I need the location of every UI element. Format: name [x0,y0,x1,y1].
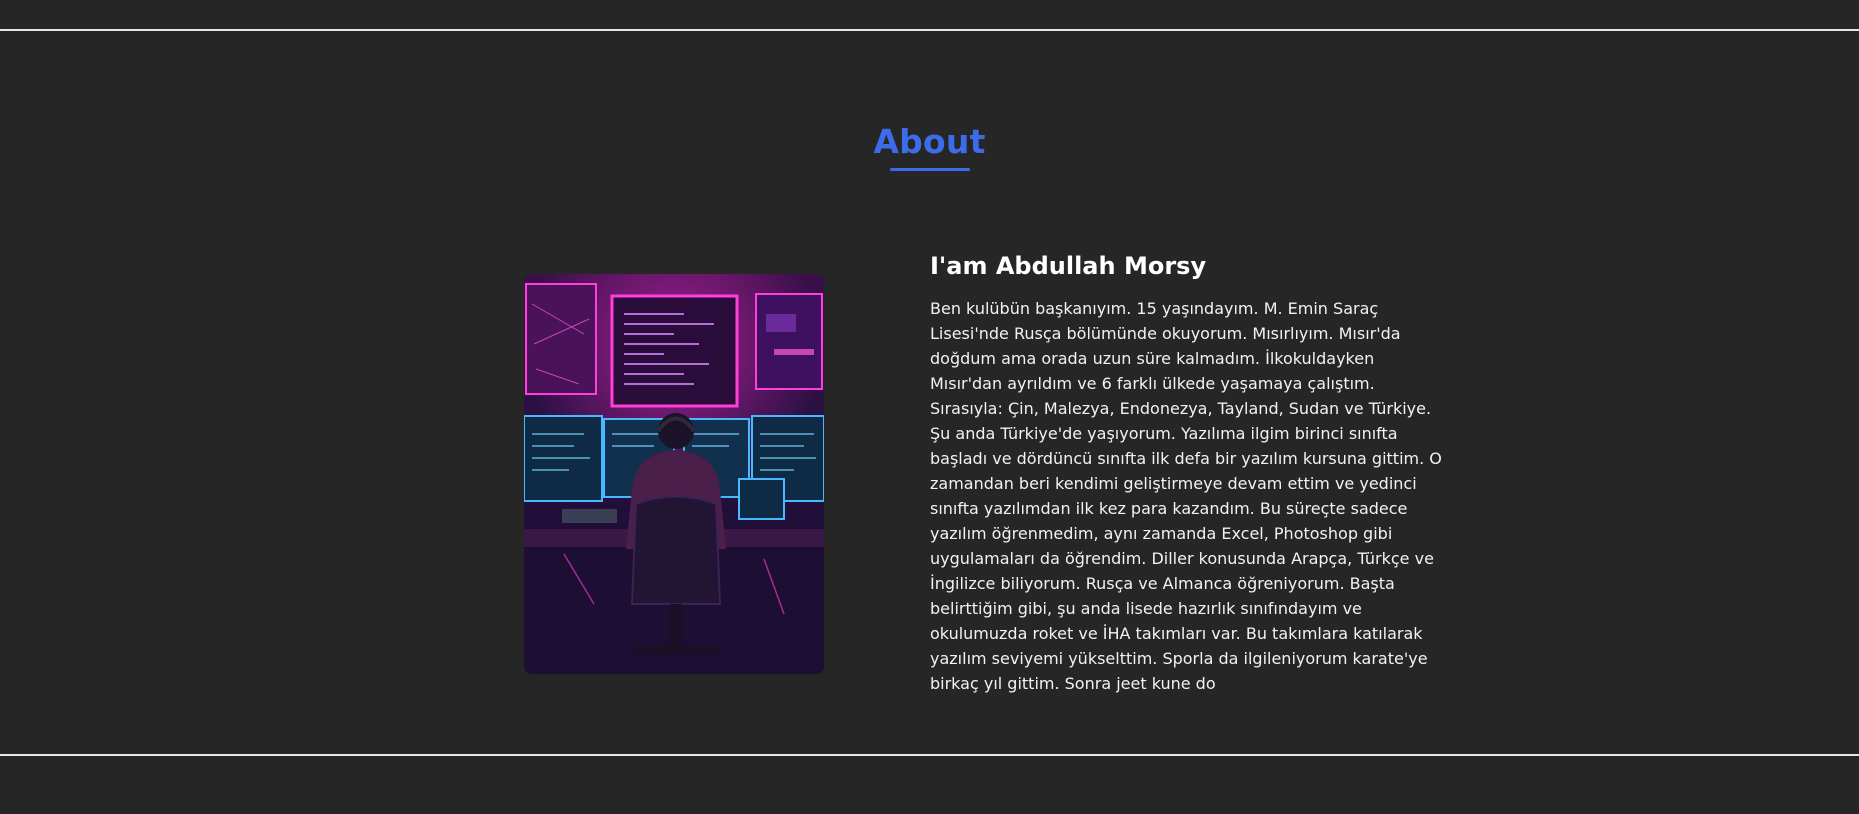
about-heading: I'am Abdullah Morsy [930,252,1207,280]
title-underline [890,168,970,171]
about-page: About I'am Abdullah Morsy Ben kulübün ba… [0,0,1859,814]
top-divider [0,29,1859,31]
profile-image [524,274,824,674]
hacker-desk-illustration [524,274,824,674]
bottom-divider [0,754,1859,756]
about-bio: Ben kulübün başkanıyım. 15 yaşındayım. M… [930,299,1442,693]
about-content: I'am Abdullah Morsy Ben kulübün başkanıy… [930,250,1450,696]
section-title: About [873,122,986,161]
